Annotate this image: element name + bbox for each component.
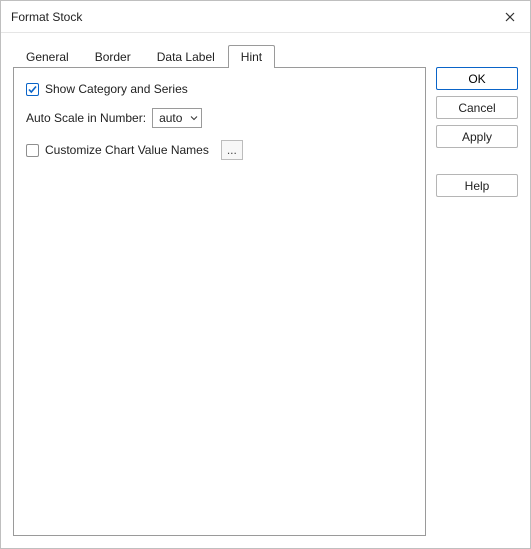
custom-names-checkbox[interactable] — [26, 144, 39, 157]
button-label: Cancel — [458, 101, 495, 115]
auto-scale-value: auto — [159, 111, 182, 125]
button-label: Apply — [462, 130, 492, 144]
window-title: Format Stock — [11, 10, 82, 24]
button-label: OK — [468, 72, 485, 86]
tab-label: General — [26, 50, 69, 64]
titlebar: Format Stock — [1, 1, 530, 33]
tab-general[interactable]: General — [13, 45, 82, 68]
show-category-checkbox[interactable] — [26, 83, 39, 96]
tab-column: General Border Data Label Hint Show Cate… — [13, 43, 426, 536]
hint-panel: Show Category and Series Auto Scale in N… — [13, 67, 426, 536]
custom-names-row: Customize Chart Value Names ... — [26, 140, 413, 160]
auto-scale-label: Auto Scale in Number: — [26, 111, 146, 125]
ellipsis-label: ... — [227, 143, 237, 157]
tab-border[interactable]: Border — [82, 45, 144, 68]
auto-scale-row: Auto Scale in Number: auto — [26, 108, 413, 128]
button-label: Help — [465, 179, 490, 193]
chevron-down-icon — [190, 114, 198, 122]
tab-label: Hint — [241, 50, 262, 64]
close-icon — [505, 12, 515, 22]
help-button[interactable]: Help — [436, 174, 518, 197]
tab-label: Data Label — [157, 50, 215, 64]
cancel-button[interactable]: Cancel — [436, 96, 518, 119]
button-spacer — [436, 154, 518, 168]
tab-hint[interactable]: Hint — [228, 45, 275, 68]
tabbar: General Border Data Label Hint — [13, 43, 426, 67]
dialog-body: General Border Data Label Hint Show Cate… — [1, 33, 530, 548]
apply-button[interactable]: Apply — [436, 125, 518, 148]
ok-button[interactable]: OK — [436, 67, 518, 90]
custom-names-label: Customize Chart Value Names — [45, 143, 209, 157]
close-button[interactable] — [490, 1, 530, 33]
button-column: OK Cancel Apply Help — [436, 43, 518, 536]
show-category-row: Show Category and Series — [26, 82, 413, 96]
tab-label: Border — [95, 50, 131, 64]
tab-data-label[interactable]: Data Label — [144, 45, 228, 68]
auto-scale-select[interactable]: auto — [152, 108, 202, 128]
custom-names-more-button[interactable]: ... — [221, 140, 243, 160]
checkmark-icon — [27, 84, 38, 95]
show-category-label: Show Category and Series — [45, 82, 188, 96]
